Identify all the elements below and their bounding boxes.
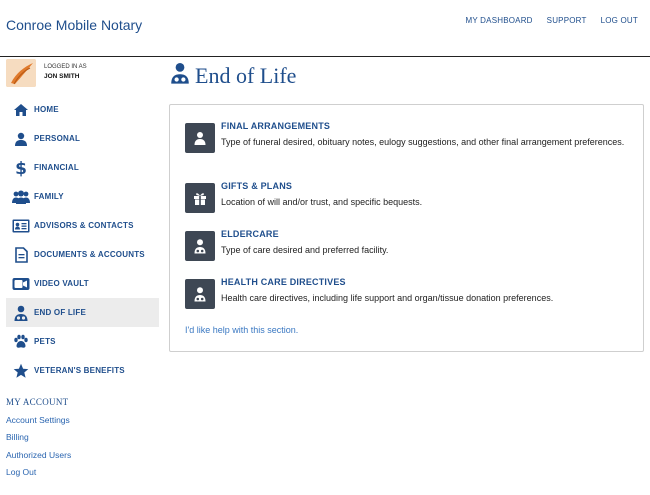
sidebar-item-label: HOME — [34, 105, 59, 114]
doctor-icon — [170, 62, 190, 89]
contact-card-icon — [12, 217, 30, 235]
user-box: LOGGED IN AS JON SMITH — [6, 59, 156, 89]
section-desc-health-care-directives: Health care directives, including life s… — [221, 293, 554, 303]
end-of-life-panel: FINAL ARRANGEMENTS Type of funeral desir… — [169, 104, 644, 352]
section-desc-eldercare: Type of care desired and preferred facil… — [221, 245, 389, 255]
person-icon — [12, 130, 30, 148]
section-title-eldercare[interactable]: ELDERCARE — [221, 229, 279, 239]
family-icon — [12, 188, 30, 206]
sidebar-nav: HOME PERSONAL $ FINANCIAL FAMILY ADVISOR… — [6, 95, 159, 385]
page-title: End of Life — [170, 62, 296, 89]
sidebar-item-family[interactable]: FAMILY — [6, 182, 159, 211]
sidebar-item-personal[interactable]: PERSONAL — [6, 124, 159, 153]
user-name: JON SMITH — [44, 73, 80, 80]
sidebar-item-advisors-contacts[interactable]: ADVISORS & CONTACTS — [6, 211, 159, 240]
dollar-icon: $ — [12, 159, 30, 177]
sidebar-item-label: FINANCIAL — [34, 163, 79, 172]
avatar — [6, 59, 36, 87]
logged-in-label: LOGGED IN AS — [44, 64, 87, 70]
doctor-icon — [12, 304, 30, 322]
doctor-icon[interactable] — [185, 231, 215, 261]
paw-icon — [12, 333, 30, 351]
doctor-icon[interactable] — [185, 279, 215, 309]
help-link[interactable]: I'd like help with this section. — [185, 325, 298, 335]
sidebar-item-label: ADVISORS & CONTACTS — [34, 221, 134, 230]
sidebar-item-label: FAMILY — [34, 192, 64, 201]
video-icon — [12, 275, 30, 293]
sidebar-item-label: VIDEO VAULT — [34, 279, 89, 288]
star-icon — [12, 362, 30, 380]
sidebar-item-pets[interactable]: PETS — [6, 327, 159, 356]
home-icon — [12, 101, 30, 119]
my-dashboard-link[interactable]: MY DASHBOARD — [466, 16, 533, 25]
section-desc-gifts-plans: Location of will and/or trust, and speci… — [221, 197, 423, 207]
log-out-link-sidebar[interactable]: Log Out — [6, 466, 71, 483]
sidebar-item-label: VETERAN'S BENEFITS — [34, 366, 125, 375]
header: Conroe Mobile Notary MY DASHBOARD SUPPOR… — [0, 0, 650, 57]
account-links: Account Settings Billing Authorized User… — [6, 414, 71, 483]
page-heading: End of Life — [195, 62, 297, 88]
support-link[interactable]: SUPPORT — [547, 16, 587, 25]
svg-text:$: $ — [15, 159, 27, 177]
my-account-heading: MY ACCOUNT — [6, 397, 69, 407]
authorized-users-link[interactable]: Authorized Users — [6, 449, 71, 466]
sidebar-item-home[interactable]: HOME — [6, 95, 159, 124]
sidebar-item-label: END OF LIFE — [34, 308, 86, 317]
gift-icon[interactable] — [185, 183, 215, 213]
section-title-health-care-directives[interactable]: HEALTH CARE DIRECTIVES — [221, 277, 346, 287]
person-bust-icon[interactable] — [185, 123, 215, 153]
sidebar-item-financial[interactable]: $ FINANCIAL — [6, 153, 159, 182]
sidebar-item-veterans-benefits[interactable]: VETERAN'S BENEFITS — [6, 356, 159, 385]
sidebar-item-documents-accounts[interactable]: DOCUMENTS & ACCOUNTS — [6, 240, 159, 269]
sidebar-item-label: PETS — [34, 337, 56, 346]
billing-link[interactable]: Billing — [6, 431, 71, 448]
document-icon — [12, 246, 30, 264]
brand-name[interactable]: Conroe Mobile Notary — [6, 17, 142, 33]
sidebar-item-video-vault[interactable]: VIDEO VAULT — [6, 269, 159, 298]
sidebar-item-end-of-life[interactable]: END OF LIFE — [6, 298, 159, 327]
sidebar-item-label: DOCUMENTS & ACCOUNTS — [34, 250, 145, 259]
account-settings-link[interactable]: Account Settings — [6, 414, 71, 431]
section-desc-final-arrangements: Type of funeral desired, obituary notes,… — [221, 137, 625, 147]
sidebar-item-label: PERSONAL — [34, 134, 81, 143]
top-nav: MY DASHBOARD SUPPORT LOG OUT — [466, 16, 639, 25]
section-title-gifts-plans[interactable]: GIFTS & PLANS — [221, 181, 292, 191]
section-title-final-arrangements[interactable]: FINAL ARRANGEMENTS — [221, 121, 330, 131]
log-out-link[interactable]: LOG OUT — [601, 16, 638, 25]
